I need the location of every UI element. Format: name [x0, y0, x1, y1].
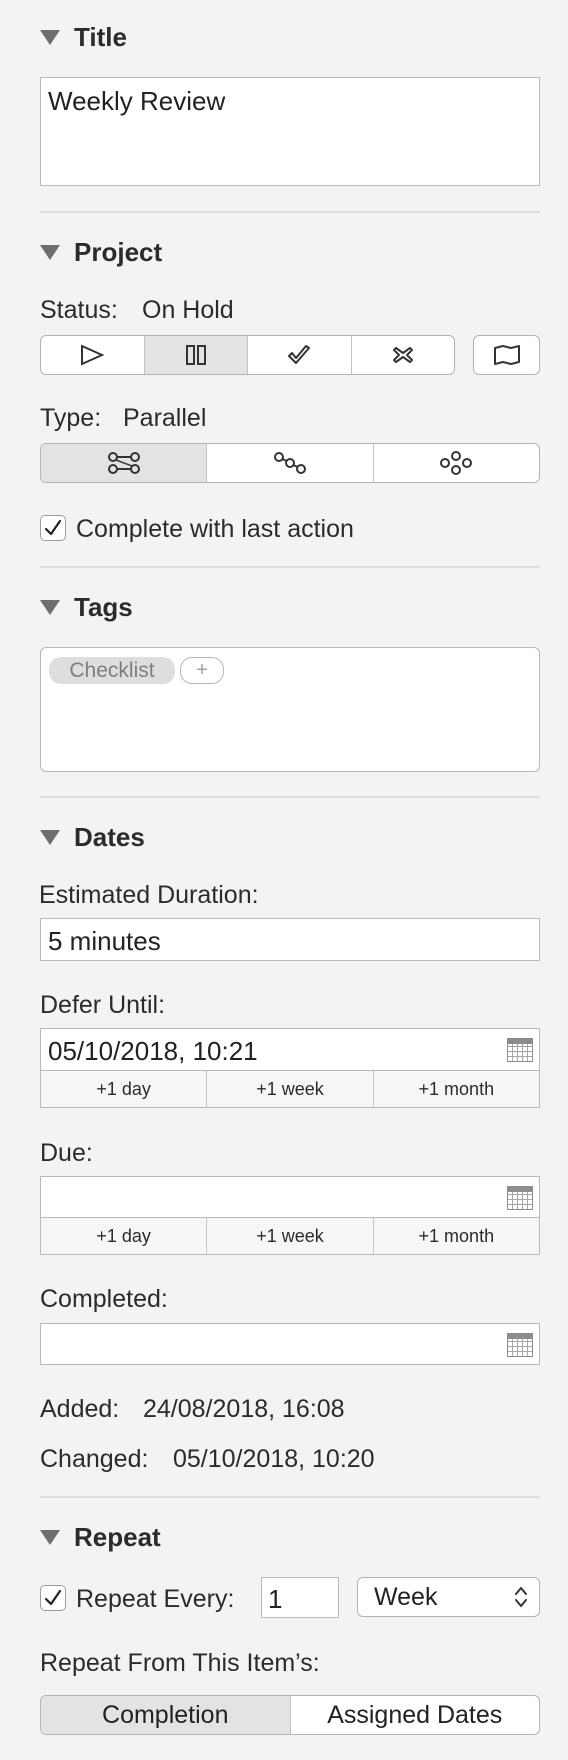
title-field[interactable]: Weekly Review — [40, 77, 540, 186]
title-section-heading: Title — [74, 22, 127, 52]
status-segmented-control[interactable] — [40, 335, 455, 375]
due-plus-1-day-button[interactable]: +1 day — [41, 1218, 208, 1254]
tag-chip[interactable]: Checklist — [49, 657, 175, 684]
title-field-value: Weekly Review — [48, 86, 226, 116]
due-field[interactable] — [40, 1176, 540, 1218]
repeat-from-completion-label: Completion — [102, 1700, 229, 1729]
parallel-icon — [107, 452, 140, 474]
pause-icon — [185, 345, 206, 365]
type-single-actions-button[interactable] — [374, 444, 539, 482]
status-active-button[interactable] — [41, 336, 145, 374]
type-segmented-control[interactable] — [40, 443, 540, 483]
defer-plus-1-day-button[interactable]: +1 day — [41, 1071, 208, 1107]
defer-until-value: 05/10/2018, 10:21 — [48, 1036, 258, 1066]
complete-with-last-action-checkbox[interactable] — [40, 515, 66, 541]
changed-label: Changed: — [40, 1445, 149, 1473]
calendar-icon[interactable] — [507, 1333, 533, 1357]
repeat-section-heading: Repeat — [74, 1522, 161, 1552]
project-disclosure-triangle-icon[interactable] — [40, 245, 60, 260]
due-quick-buttons: +1 day +1 week +1 month — [40, 1218, 540, 1255]
status-on-hold-button[interactable] — [144, 336, 248, 374]
status-value: On Hold — [142, 296, 234, 324]
defer-until-label: Defer Until: — [40, 991, 166, 1019]
calendar-icon[interactable] — [507, 1038, 533, 1062]
folder-icon — [493, 345, 520, 365]
sequential-icon — [273, 452, 306, 474]
due-plus-1-week-button[interactable]: +1 week — [207, 1218, 374, 1254]
checkmark-icon — [44, 1589, 62, 1606]
defer-quick-buttons: +1 day +1 week +1 month — [40, 1071, 540, 1108]
calendar-icon[interactable] — [507, 1186, 533, 1210]
type-value: Parallel — [123, 404, 207, 432]
tags-field[interactable]: Checklist + — [40, 647, 540, 772]
completed-field[interactable] — [40, 1323, 540, 1365]
repeat-from-segmented-control[interactable]: Completion Assigned Dates — [40, 1695, 540, 1735]
tags-section-heading: Tags — [74, 592, 133, 622]
added-label: Added: — [40, 1395, 120, 1423]
completed-label: Completed: — [40, 1285, 168, 1313]
chevron-up-down-icon — [515, 1587, 527, 1607]
repeat-disclosure-triangle-icon[interactable] — [40, 1530, 60, 1545]
defer-plus-1-month-button[interactable]: +1 month — [374, 1071, 539, 1107]
estimated-duration-value: 5 minutes — [48, 926, 161, 956]
defer-until-field[interactable]: 05/10/2018, 10:21 — [40, 1028, 540, 1071]
checkmark-icon — [288, 345, 311, 364]
divider — [40, 211, 540, 213]
status-label: Status: — [40, 296, 118, 324]
add-tag-button[interactable]: + — [180, 657, 224, 684]
tags-disclosure-triangle-icon[interactable] — [40, 600, 60, 615]
changed-value: 05/10/2018, 10:20 — [173, 1445, 375, 1473]
repeat-every-label[interactable]: Repeat Every: — [76, 1585, 234, 1614]
divider — [40, 566, 540, 568]
type-parallel-button[interactable] — [41, 444, 208, 482]
type-label: Type: — [40, 404, 102, 432]
due-label: Due: — [40, 1139, 93, 1167]
repeat-every-checkbox[interactable] — [40, 1585, 66, 1611]
estimated-duration-field[interactable]: 5 minutes — [40, 918, 540, 961]
repeat-from-label: Repeat From This Item’s: — [40, 1649, 320, 1677]
type-sequential-button[interactable] — [207, 444, 374, 482]
folder-button-inner[interactable] — [474, 336, 539, 374]
dates-disclosure-triangle-icon[interactable] — [40, 830, 60, 845]
status-dropped-button[interactable] — [352, 336, 455, 374]
added-value: 24/08/2018, 16:08 — [143, 1395, 345, 1423]
repeat-unit-value: Week — [374, 1582, 438, 1611]
repeat-interval-value: 1 — [268, 1584, 283, 1614]
estimated-duration-label: Estimated Duration: — [39, 881, 259, 909]
repeat-unit-select[interactable]: Week — [357, 1577, 540, 1617]
play-icon — [81, 344, 105, 366]
project-section-heading: Project — [74, 237, 163, 267]
title-disclosure-triangle-icon[interactable] — [40, 30, 60, 45]
status-completed-button[interactable] — [248, 336, 352, 374]
divider — [40, 796, 540, 798]
show-in-projects-button[interactable] — [473, 335, 540, 375]
defer-plus-1-week-button[interactable]: +1 week — [207, 1071, 374, 1107]
drop-icon — [392, 347, 413, 363]
repeat-interval-field[interactable]: 1 — [261, 1577, 339, 1618]
repeat-from-completion-button[interactable]: Completion — [41, 1696, 291, 1734]
divider — [40, 1496, 540, 1498]
complete-with-last-action-label[interactable]: Complete with last action — [76, 515, 354, 544]
dates-section-heading: Dates — [74, 822, 145, 852]
single-actions-icon — [440, 451, 473, 475]
checkmark-icon — [44, 519, 62, 536]
repeat-from-assigned-dates-button[interactable]: Assigned Dates — [291, 1696, 540, 1734]
due-plus-1-month-button[interactable]: +1 month — [374, 1218, 539, 1254]
repeat-from-assigned-dates-label: Assigned Dates — [327, 1700, 503, 1729]
